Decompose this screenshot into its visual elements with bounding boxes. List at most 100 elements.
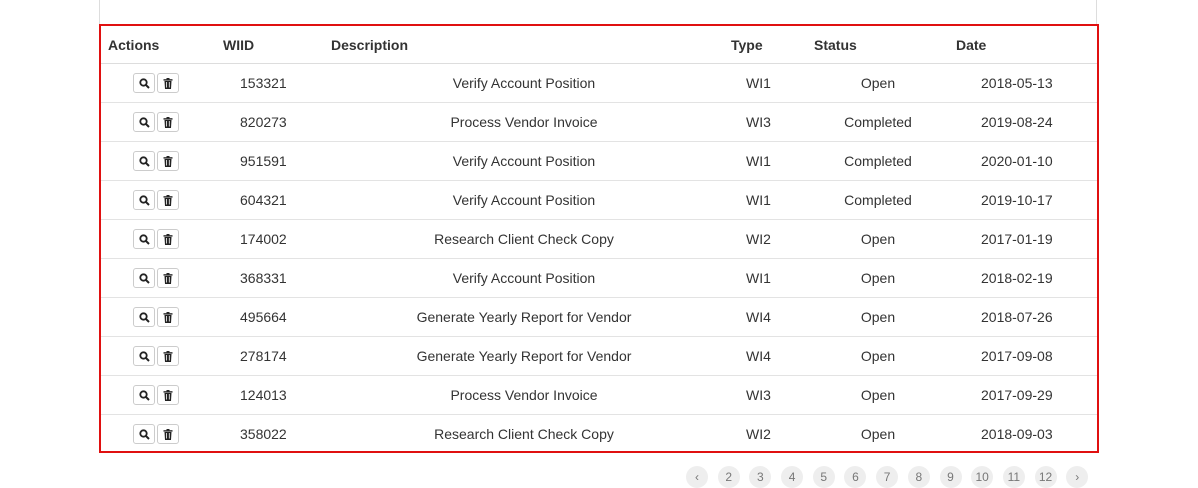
work-items-grid: Actions WIID Description Type Status Dat… bbox=[99, 24, 1099, 453]
row-actions bbox=[101, 375, 216, 415]
row-actions bbox=[101, 141, 216, 181]
cell-description: Verify Account Position bbox=[324, 63, 724, 103]
cell-date: 2019-10-17 bbox=[949, 180, 1097, 220]
cell-description: Verify Account Position bbox=[324, 180, 724, 220]
cell-date: 2017-09-29 bbox=[949, 375, 1097, 415]
pagination: ‹ 2 3 4 5 6 7 8 9 10 11 12 › bbox=[686, 466, 1098, 488]
row-actions bbox=[101, 102, 216, 142]
row-actions bbox=[101, 219, 216, 259]
table-row[interactable]: 124013 Process Vendor Invoice WI3 Open 2017-… bbox=[101, 375, 1097, 415]
cell-wiid: 358022 bbox=[240, 426, 287, 442]
cell-wiid: 368331 bbox=[216, 258, 324, 298]
cell-status: Completed bbox=[807, 180, 949, 220]
view-button[interactable] bbox=[133, 268, 155, 288]
delete-button[interactable] bbox=[157, 190, 179, 210]
cell-status: Open bbox=[860, 426, 896, 442]
view-button[interactable] bbox=[133, 73, 155, 93]
cell-date: 2019-08-24 bbox=[949, 102, 1097, 142]
view-button[interactable] bbox=[133, 112, 155, 132]
table-row[interactable]: 951591 Verify Account Position WI1 Complete… bbox=[101, 141, 1097, 181]
row-actions bbox=[101, 297, 216, 337]
delete-button[interactable] bbox=[157, 346, 179, 366]
table-row[interactable]: 604321 Verify Account Position WI1 Complete… bbox=[101, 180, 1097, 220]
cell-type: WI3 bbox=[724, 375, 807, 415]
page-button[interactable]: 5 bbox=[812, 466, 835, 488]
cell-date: 2020-01-10 bbox=[949, 141, 1097, 181]
row-actions bbox=[101, 258, 216, 298]
cell-type: WI4 bbox=[724, 297, 807, 337]
table-row[interactable]: 153321 Verify Account Position WI1 Open 2018… bbox=[101, 63, 1097, 103]
cell-type: WI2 bbox=[746, 426, 771, 442]
cell-wiid: 278174 bbox=[216, 336, 324, 376]
cell-description: Verify Account Position bbox=[324, 258, 724, 298]
cell-status: Open bbox=[807, 219, 949, 259]
page-button[interactable]: 3 bbox=[749, 466, 772, 488]
view-button[interactable] bbox=[133, 385, 155, 405]
header-row: Actions WIID Description Type Status Dat… bbox=[101, 26, 1097, 64]
cell-description: Research Client Check Copy bbox=[324, 219, 724, 259]
cell-status: Open bbox=[807, 63, 949, 103]
page-button[interactable]: 9 bbox=[939, 466, 962, 488]
cell-description: Research Client Check Copy bbox=[434, 426, 614, 442]
cell-type: WI1 bbox=[724, 258, 807, 298]
cell-type: WI1 bbox=[724, 141, 807, 181]
page-button[interactable]: 2 bbox=[717, 466, 740, 488]
prev-page-button[interactable]: ‹ bbox=[686, 466, 708, 488]
page-button[interactable]: 4 bbox=[781, 466, 804, 488]
col-header-date[interactable]: Date bbox=[949, 26, 1097, 64]
cell-status: Open bbox=[807, 336, 949, 376]
cell-status: Completed bbox=[807, 141, 949, 181]
page-button[interactable]: 7 bbox=[876, 466, 899, 488]
delete-button[interactable] bbox=[157, 307, 179, 327]
cell-date: 2018-09-03 bbox=[981, 426, 1053, 442]
cell-date: 2018-07-26 bbox=[949, 297, 1097, 337]
view-button[interactable] bbox=[133, 307, 155, 327]
table-row[interactable]: 174002 Research Client Check Copy WI2 Open 2… bbox=[101, 219, 1097, 259]
cell-description: Process Vendor Invoice bbox=[324, 102, 724, 142]
cell-date: 2018-05-13 bbox=[949, 63, 1097, 103]
cell-status: Open bbox=[807, 258, 949, 298]
row-actions bbox=[101, 336, 216, 376]
view-button[interactable] bbox=[133, 229, 155, 249]
table-row[interactable]: 358022 Research Client Check Copy WI2 Open 2… bbox=[101, 415, 1097, 454]
page-button[interactable]: 10 bbox=[971, 466, 994, 488]
col-header-wiid[interactable]: WIID bbox=[216, 26, 324, 64]
page-button[interactable]: 11 bbox=[1002, 466, 1025, 488]
col-header-status[interactable]: Status bbox=[807, 26, 949, 64]
col-header-description[interactable]: Description bbox=[324, 26, 724, 64]
next-page-button[interactable]: › bbox=[1066, 466, 1089, 488]
cell-wiid: 604321 bbox=[216, 180, 324, 220]
view-button[interactable] bbox=[133, 151, 155, 171]
table-row[interactable]: 368331 Verify Account Position WI1 Open 2018… bbox=[101, 258, 1097, 298]
cell-wiid: 820273 bbox=[216, 102, 324, 142]
cell-type: WI3 bbox=[724, 102, 807, 142]
delete-button[interactable] bbox=[157, 424, 179, 444]
cell-status: Open bbox=[807, 297, 949, 337]
view-button[interactable] bbox=[133, 346, 155, 366]
cell-description: Generate Yearly Report for Vendor bbox=[324, 297, 724, 337]
view-button[interactable] bbox=[133, 190, 155, 210]
previous-panel-edge bbox=[99, 0, 1097, 24]
cell-date: 2018-02-19 bbox=[949, 258, 1097, 298]
row-actions bbox=[101, 63, 216, 103]
delete-button[interactable] bbox=[157, 385, 179, 405]
delete-button[interactable] bbox=[157, 268, 179, 288]
cell-description: Verify Account Position bbox=[324, 141, 724, 181]
delete-button[interactable] bbox=[157, 229, 179, 249]
col-header-actions[interactable]: Actions bbox=[101, 26, 216, 64]
page-button[interactable]: 8 bbox=[907, 466, 930, 488]
table-row[interactable]: 495664 Generate Yearly Report for Vendor W… bbox=[101, 297, 1097, 337]
col-header-type[interactable]: Type bbox=[724, 26, 807, 64]
delete-button[interactable] bbox=[157, 73, 179, 93]
delete-button[interactable] bbox=[157, 151, 179, 171]
page-button[interactable]: 6 bbox=[844, 466, 867, 488]
cell-wiid: 124013 bbox=[216, 375, 324, 415]
table-row[interactable]: 278174 Generate Yearly Report for Vendor W… bbox=[101, 336, 1097, 376]
cell-type: WI2 bbox=[724, 219, 807, 259]
view-button[interactable] bbox=[133, 424, 155, 444]
delete-button[interactable] bbox=[157, 112, 179, 132]
cell-wiid: 495664 bbox=[216, 297, 324, 337]
page-button[interactable]: 12 bbox=[1034, 466, 1057, 488]
table-row[interactable]: 820273 Process Vendor Invoice WI3 Completed… bbox=[101, 102, 1097, 142]
cell-wiid: 951591 bbox=[216, 141, 324, 181]
